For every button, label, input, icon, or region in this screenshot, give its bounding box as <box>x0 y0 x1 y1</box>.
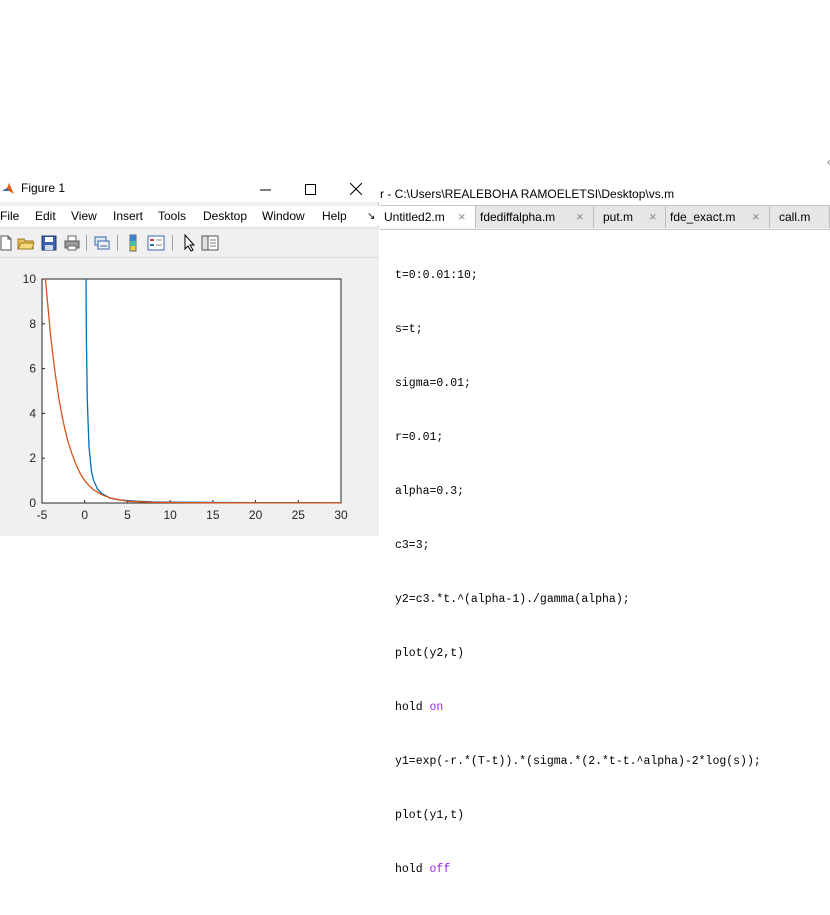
x-tick-label: 25 <box>292 508 306 522</box>
close-button[interactable] <box>333 176 379 202</box>
close-icon <box>350 183 362 195</box>
code-text: hold <box>395 863 430 876</box>
y-tick-label: 2 <box>29 451 36 465</box>
code-text: y2=c3.*t.^(alpha-1)./gamma(alpha); <box>395 593 630 606</box>
matlab-logo-icon <box>2 183 14 194</box>
close-tab-icon[interactable]: × <box>576 209 584 224</box>
tab-put[interactable]: put.m × <box>594 206 666 228</box>
menu-help[interactable]: Help <box>322 209 347 223</box>
editor-title: r - C:\Users\REALEBOHA RAMOELETSI\Deskto… <box>380 187 675 201</box>
tab-call[interactable]: call.m <box>770 206 830 228</box>
code-text: plot(y2,t) <box>395 647 465 660</box>
code-line: plot(y2,t) <box>395 645 761 663</box>
menu-tools[interactable]: Tools <box>158 209 186 223</box>
figure-window: Figure 1 File Edit View Insert Tools Des… <box>0 176 379 536</box>
tab-fdediffalpha[interactable]: fdediffalpha.m × <box>476 206 594 228</box>
menu-window[interactable]: Window <box>262 209 305 223</box>
toolbar-separator <box>172 235 173 251</box>
code-editor[interactable]: t=0:0.01:10; s=t; sigma=0.01; r=0.01; al… <box>395 231 761 915</box>
code-line: y1=exp(-r.*(T-t)).*(sigma.*(2.*t-t.^alph… <box>395 753 761 771</box>
code-keyword: on <box>429 701 444 714</box>
tab-fde-exact[interactable]: fde_exact.m × <box>666 206 770 228</box>
editor-window: r - C:\Users\REALEBOHA RAMOELETSI\Deskto… <box>380 180 830 876</box>
menu-edit[interactable]: Edit <box>35 209 56 223</box>
menu-desktop[interactable]: Desktop <box>203 209 247 223</box>
code-line: y2=c3.*t.^(alpha-1)./gamma(alpha); <box>395 591 761 609</box>
menu-overflow-arrow[interactable]: ↘ <box>367 211 375 222</box>
tab-label: fde_exact.m <box>670 210 736 224</box>
code-text: c3=3; <box>395 539 430 552</box>
plot-area[interactable]: -5 0 5 10 15 20 25 300246810 <box>0 258 379 536</box>
minimize-button[interactable] <box>242 176 288 202</box>
menu-file[interactable]: File <box>0 209 19 223</box>
y-tick-label: 4 <box>29 406 36 420</box>
x-tick-label: -5 <box>37 508 48 522</box>
code-text: s=t; <box>395 323 423 336</box>
figure-toolbar <box>0 228 379 258</box>
property-editor-icon[interactable] <box>201 234 219 252</box>
print-icon[interactable] <box>63 234 81 252</box>
code-keyword: off <box>429 863 451 876</box>
code-text: r=0.01; <box>395 431 444 444</box>
x-tick-label: 30 <box>334 508 348 522</box>
code-line: plot(y1,t) <box>395 807 761 825</box>
close-tab-icon[interactable]: × <box>458 209 466 224</box>
y-tick-label: 6 <box>29 362 36 376</box>
tab-untitled2[interactable]: Untitled2.m × <box>380 206 476 228</box>
code-line: hold on <box>395 699 761 717</box>
tab-label: call.m <box>779 210 811 224</box>
code-text: y1=exp(-r.*(T-t)).*(sigma.*(2.*t-t.^alph… <box>395 755 761 768</box>
code-text: sigma=0.01; <box>395 377 471 390</box>
x-tick-label: 5 <box>124 508 131 522</box>
editor-tab-bar: Untitled2.m × fdediffalpha.m × put.m × f… <box>380 205 830 230</box>
code-text: hold <box>395 701 430 714</box>
colorbar-icon[interactable] <box>124 234 142 252</box>
minimize-icon <box>259 189 271 190</box>
y-tick-label: 8 <box>29 317 36 331</box>
figure-title-bar[interactable]: Figure 1 <box>0 176 379 202</box>
x-tick-label: 15 <box>206 508 220 522</box>
maximize-icon <box>304 183 316 195</box>
code-line: r=0.01; <box>395 429 761 447</box>
toolbar-separator <box>86 235 87 251</box>
tab-label: Untitled2.m <box>384 210 445 224</box>
code-text: plot(y1,t) <box>395 809 465 822</box>
pointer-icon[interactable] <box>180 234 198 252</box>
toolbar-separator <box>117 235 118 251</box>
close-tab-icon[interactable]: × <box>752 209 760 224</box>
code-text: alpha=0.3; <box>395 485 465 498</box>
code-line: sigma=0.01; <box>395 375 761 393</box>
legend-icon[interactable] <box>147 234 165 252</box>
x-tick-label: 20 <box>249 508 263 522</box>
tab-label: put.m <box>603 210 634 224</box>
x-tick-label: 0 <box>81 508 88 522</box>
y-tick-label: 10 <box>23 272 37 286</box>
code-line: c3=3; <box>395 537 761 555</box>
save-icon[interactable] <box>40 234 58 252</box>
code-line: hold off <box>395 861 761 879</box>
code-line: s=t; <box>395 321 761 339</box>
x-tick-label: 10 <box>163 508 177 522</box>
link-plot-icon[interactable] <box>93 234 111 252</box>
code-line: alpha=0.3; <box>395 483 761 501</box>
menu-insert[interactable]: Insert <box>113 209 143 223</box>
new-figure-icon[interactable] <box>0 234 15 252</box>
tab-label: fdediffalpha.m <box>480 210 556 224</box>
figure-menu-bar: File Edit View Insert Tools Desktop Wind… <box>0 206 379 226</box>
code-text: t=0:0.01:10; <box>395 269 478 282</box>
open-file-icon[interactable] <box>17 234 35 252</box>
y-tick-label: 0 <box>29 496 36 510</box>
maximize-button[interactable] <box>287 176 333 202</box>
menu-view[interactable]: View <box>71 209 97 223</box>
close-tab-icon[interactable]: × <box>649 209 657 224</box>
figure-title: Figure 1 <box>21 181 66 195</box>
code-line: t=0:0.01:10; <box>395 267 761 285</box>
